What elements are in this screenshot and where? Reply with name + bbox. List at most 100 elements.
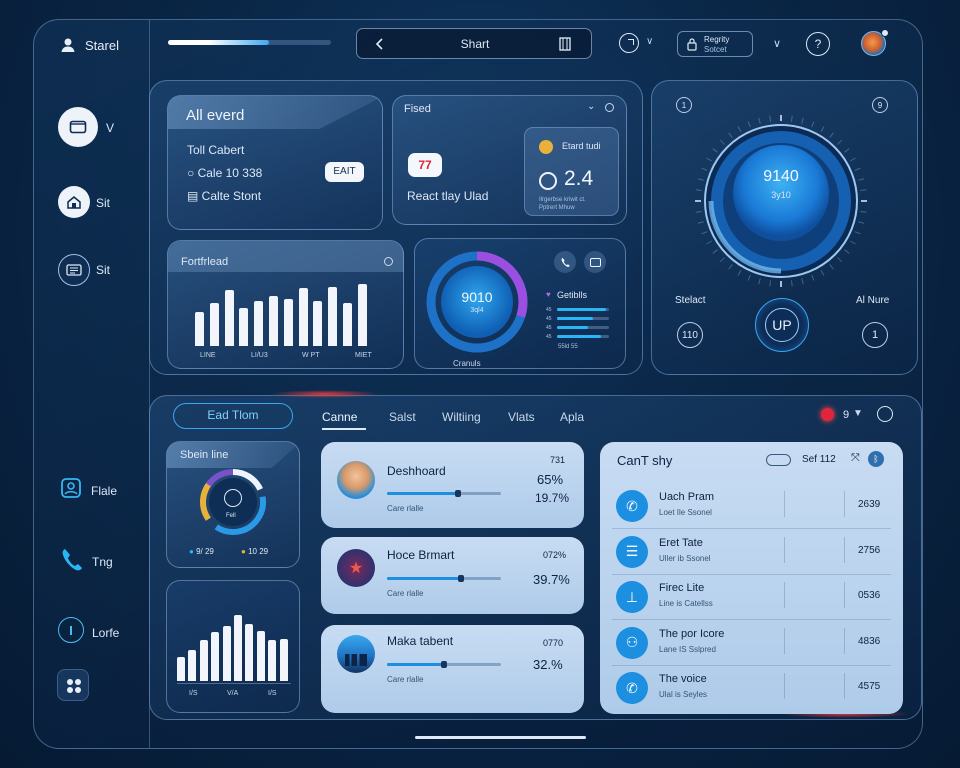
- column-divider: [784, 582, 785, 608]
- account-button[interactable]: Regrity Sotcet: [677, 31, 753, 57]
- edit-button-label: EAIT: [333, 166, 356, 177]
- dial-tick: [801, 278, 804, 285]
- chart-bar: [199, 640, 208, 681]
- media-progress[interactable]: [387, 661, 501, 668]
- media-card[interactable]: Deshhoard 731 65% 19.7% Care rlalle: [321, 442, 584, 528]
- chevron-down-icon[interactable]: ∨: [773, 37, 781, 50]
- dial-tick: [860, 189, 867, 192]
- dial-left-value[interactable]: 110: [677, 322, 703, 348]
- column-divider: [784, 536, 785, 563]
- contact-row[interactable]: ⚇ The por Icore Lane IS Sslpred 4836: [600, 622, 904, 666]
- media-card-title: Hoce Brmart: [387, 548, 455, 562]
- dial-tick: [712, 148, 718, 153]
- dial-tick: [728, 132, 733, 138]
- feed-stat-value: 2.4: [564, 167, 594, 190]
- sidebar-item-phone[interactable]: Tng: [60, 547, 150, 575]
- sidebar-item-folder[interactable]: [58, 107, 98, 147]
- dial-tick: [844, 249, 850, 254]
- media-progress-knob[interactable]: [441, 661, 447, 668]
- screen-button[interactable]: [584, 251, 606, 273]
- media-card[interactable]: Maka tabent 0770 32.% Care rlalle: [321, 625, 584, 713]
- media-card-meta-2: 39.7%: [533, 572, 570, 587]
- target-icon[interactable]: [384, 257, 393, 266]
- legend-label: 10 29: [248, 547, 269, 556]
- record-icon[interactable]: [821, 408, 834, 421]
- call-button[interactable]: [554, 251, 576, 273]
- sidebar-item-home[interactable]: [58, 186, 90, 218]
- edit-button[interactable]: EAIT: [325, 162, 364, 182]
- contact-row[interactable]: ✆ The voice Ulal is Seyles 4575: [600, 667, 904, 711]
- account-line-1: Regrity: [704, 35, 730, 44]
- tab-active-indicator: [322, 428, 366, 430]
- contact-value: 4836: [858, 635, 881, 647]
- avatar[interactable]: [861, 29, 889, 56]
- search-bar[interactable]: Shart: [356, 28, 592, 59]
- book-icon[interactable]: [559, 37, 571, 51]
- media-progress[interactable]: [387, 575, 501, 582]
- tab-vlats[interactable]: Vlats: [508, 410, 535, 424]
- top-progress-fill: [168, 40, 270, 45]
- compass-icon[interactable]: [877, 406, 893, 422]
- contact-name: The por Icore: [659, 627, 725, 640]
- settings-icon[interactable]: [605, 103, 614, 112]
- contact-value: 0536: [858, 590, 881, 601]
- dial-tick: [695, 189, 702, 192]
- dial-tick: [758, 278, 761, 285]
- dial-tick: [697, 221, 704, 224]
- dial-top-left-indicator[interactable]: 1: [676, 97, 692, 113]
- tab-salst[interactable]: Salst: [389, 410, 416, 424]
- feed-stat-card[interactable]: Etard tudi 2.4 Ilrgerbse kriwit ct. Pptr…: [524, 127, 619, 216]
- dial-top-right-indicator[interactable]: 9: [872, 97, 888, 113]
- bar-chart-card-2: I/S V/A I/S: [166, 580, 300, 713]
- dial-tick: [695, 210, 702, 213]
- sidebar-item-power[interactable]: Lorfe: [58, 617, 148, 645]
- contacts-title: CanT shy: [617, 453, 673, 468]
- dial-tick: [837, 139, 843, 145]
- apps-grid-button[interactable]: [57, 669, 89, 701]
- tab-canne[interactable]: Canne: [322, 410, 357, 424]
- dial-right-value[interactable]: 1: [862, 322, 888, 348]
- contact-value: 2756: [858, 544, 881, 556]
- sidebar-item-list[interactable]: [58, 254, 90, 286]
- sidebar-item-label: Sit: [96, 263, 111, 277]
- chart-bar: [224, 290, 234, 346]
- dial-tick: [858, 178, 865, 181]
- sidebar-item-file[interactable]: Flale: [60, 477, 150, 501]
- home-indicator[interactable]: [415, 736, 586, 739]
- help-icon[interactable]: ?: [806, 32, 830, 56]
- feed-dropdown-icon[interactable]: ⌄: [587, 101, 595, 112]
- contact-value: 4575: [858, 681, 881, 692]
- timer-dropdown[interactable]: ∨: [619, 32, 659, 56]
- up-button[interactable]: UP: [755, 298, 809, 352]
- tab-apla[interactable]: Apla: [560, 410, 584, 424]
- main-dial[interactable]: [693, 113, 869, 289]
- sidebar-item-label: Sit: [96, 196, 111, 210]
- filter-dropdown-icon[interactable]: ▼: [853, 408, 863, 419]
- feed-badge[interactable]: 77: [408, 153, 442, 177]
- x-tick-label: W PT: [302, 352, 320, 359]
- media-progress-knob[interactable]: [454, 490, 461, 497]
- bluetooth-icon[interactable]: ᛒ: [868, 451, 884, 467]
- dial-tick: [701, 231, 708, 235]
- dial-tick: [844, 148, 850, 153]
- tab-wiltiing[interactable]: Wiltiing: [442, 410, 481, 424]
- contact-row[interactable]: ✆ Uach Pram Loet Ile Ssonel 2639: [600, 485, 904, 529]
- user-profile[interactable]: Starel: [60, 36, 119, 54]
- detail-row-bar: [557, 335, 609, 338]
- chart-bar: [343, 302, 352, 346]
- media-card[interactable]: ★ Hoce Brmart 072% 39.7% Care rlalle: [321, 537, 584, 614]
- detail-row-fill: [557, 308, 607, 311]
- dial-tick: [820, 270, 825, 276]
- media-progress[interactable]: [387, 490, 501, 497]
- ring-value: 9010: [461, 289, 493, 305]
- contact-row[interactable]: ⊥ Firec Lite Line is Catellss 0536: [600, 576, 904, 620]
- chart-bar: [254, 301, 264, 346]
- contact-row[interactable]: ☰ Eret Tate Uller ib Ssonel 2756: [600, 531, 904, 575]
- toggle-icon[interactable]: [766, 454, 791, 466]
- expand-icon[interactable]: ⤧: [851, 452, 860, 465]
- people-icon: ⚇: [616, 626, 648, 659]
- primary-button[interactable]: Ead Tlom: [173, 403, 293, 429]
- media-progress-knob[interactable]: [458, 575, 465, 582]
- detail-row-bar: [557, 317, 609, 320]
- dial-tick: [820, 126, 825, 132]
